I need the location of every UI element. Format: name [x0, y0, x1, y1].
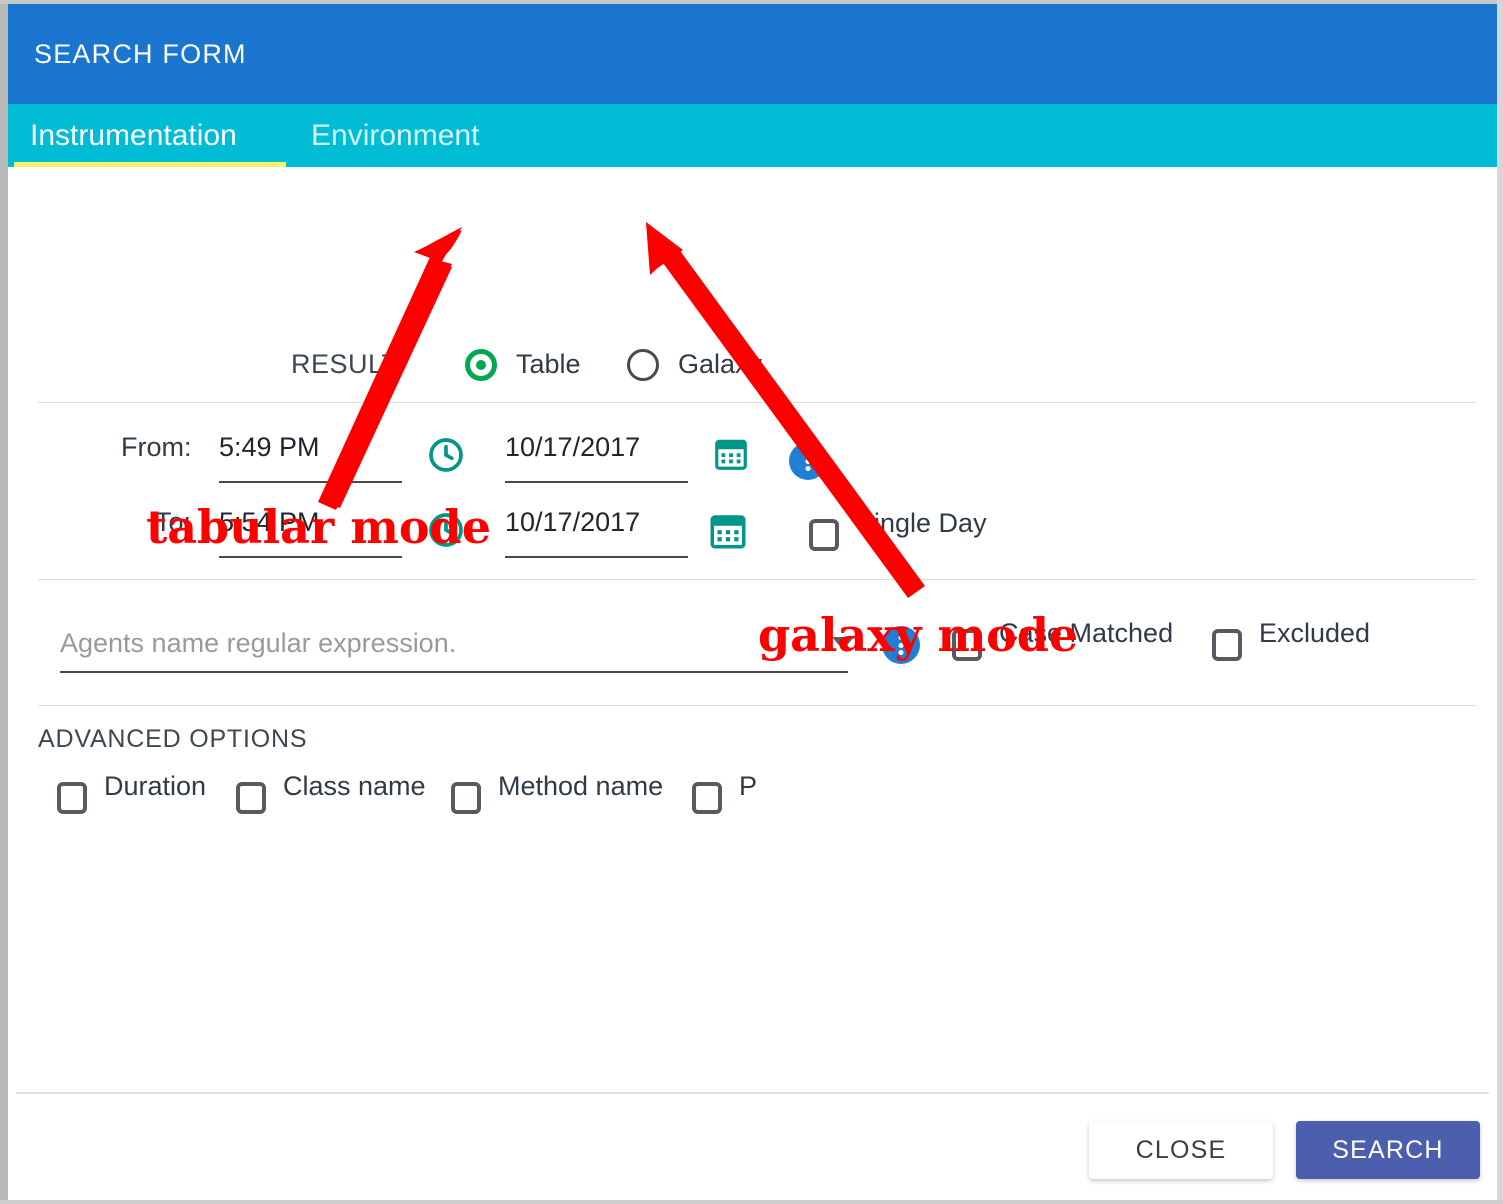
advanced-options-title: ADVANCED OPTIONS	[38, 725, 308, 753]
footer-divider	[16, 1092, 1489, 1094]
to-time-value[interactable]: 5:54 PM	[219, 507, 320, 538]
calendar-icon-svg	[710, 515, 746, 549]
agents-input-underline	[60, 671, 848, 673]
vertical-dots-icon[interactable]	[882, 626, 920, 664]
checkbox-parameters[interactable]	[692, 782, 722, 814]
window-border-right	[1497, 0, 1503, 1204]
dot	[805, 458, 811, 464]
dialog-header: SEARCH FORM	[8, 4, 1497, 104]
dot	[805, 451, 811, 456]
radio-result-galaxy-label[interactable]: Galaxy	[678, 349, 762, 380]
window-border-left	[0, 0, 8, 1204]
dot	[805, 466, 811, 471]
close-button[interactable]: CLOSE	[1089, 1121, 1273, 1179]
from-label: From:	[121, 432, 192, 462]
radio-result-table[interactable]	[465, 349, 497, 381]
checkbox-case-matched[interactable]	[952, 629, 982, 661]
checkbox-parameters-label[interactable]: P	[739, 771, 757, 802]
search-form-window: SEARCH FORM Instrumentation Environment …	[0, 0, 1503, 1204]
radio-result-galaxy[interactable]	[627, 349, 659, 381]
clock-icon-svg	[429, 513, 463, 547]
tab-environment[interactable]: Environment	[293, 104, 497, 167]
checkbox-method-name[interactable]	[451, 782, 481, 814]
to-date-value[interactable]: 10/17/2017	[505, 507, 640, 538]
to-date-underline	[505, 556, 688, 558]
dot	[898, 650, 904, 655]
checkbox-method-name-label[interactable]: Method name	[498, 771, 663, 802]
vertical-dots-icon[interactable]	[789, 442, 827, 480]
page-title: SEARCH FORM	[34, 39, 247, 69]
from-date-underline	[505, 481, 688, 483]
checkbox-excluded-label[interactable]: Excluded	[1259, 618, 1370, 649]
agents-input-placeholder[interactable]: Agents name regular expression.	[60, 628, 456, 659]
from-time-value[interactable]: 5:49 PM	[219, 432, 320, 463]
checkbox-class-name-label[interactable]: Class name	[283, 771, 426, 802]
radio-result-table-label[interactable]: Table	[516, 349, 581, 380]
calendar-icon-svg	[715, 439, 747, 470]
clock-icon[interactable]	[426, 435, 466, 480]
tab-environment-label: Environment	[311, 118, 480, 152]
divider-agents	[38, 705, 1476, 706]
search-button[interactable]: SEARCH	[1296, 1121, 1480, 1179]
clock-icon[interactable]	[426, 510, 466, 555]
checkbox-single-day[interactable]	[809, 519, 839, 551]
to-time-underline	[219, 556, 402, 558]
chevron-down-icon[interactable]	[832, 637, 854, 650]
window-border-bottom	[0, 1200, 1503, 1204]
clock-icon-svg	[429, 438, 463, 472]
checkbox-excluded[interactable]	[1212, 629, 1242, 661]
dot	[898, 635, 904, 640]
checkbox-duration-label[interactable]: Duration	[104, 771, 206, 802]
divider-dates	[38, 579, 1476, 580]
tab-bar: Instrumentation Environment	[8, 104, 1497, 167]
dialog-body: RESULT Table Galaxy From: 5:49 PM 10/17/…	[8, 167, 1497, 1092]
from-date-value[interactable]: 10/17/2017	[505, 432, 640, 463]
tab-instrumentation[interactable]: Instrumentation	[8, 104, 286, 167]
divider-result	[38, 402, 1476, 403]
to-label: To:	[155, 507, 192, 537]
checkbox-duration[interactable]	[57, 782, 87, 814]
tab-instrumentation-label: Instrumentation	[30, 118, 237, 152]
dot	[898, 642, 904, 648]
checkbox-class-name[interactable]	[236, 782, 266, 814]
dialog: SEARCH FORM Instrumentation Environment …	[8, 4, 1497, 1200]
from-time-underline	[219, 481, 402, 483]
checkbox-single-day-label[interactable]: Single Day	[856, 508, 987, 539]
result-label: RESULT	[291, 349, 399, 379]
checkbox-case-matched-label[interactable]: Case Matched	[999, 618, 1173, 649]
calendar-icon[interactable]	[707, 510, 749, 557]
calendar-icon[interactable]	[712, 435, 750, 478]
